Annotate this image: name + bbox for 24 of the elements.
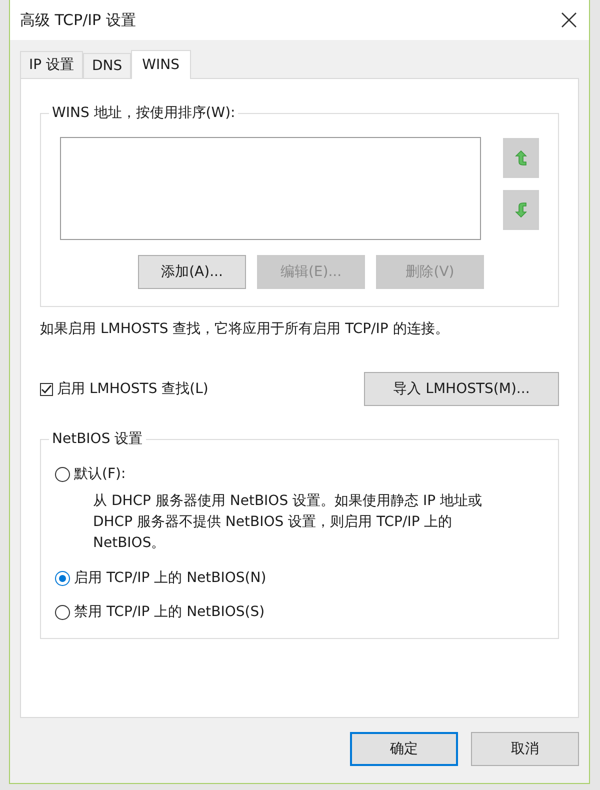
group-title: NetBIOS 设置	[49, 430, 146, 448]
radio-button[interactable]	[55, 570, 70, 586]
tab[interactable]: IP 设置	[20, 51, 84, 78]
arrow-down-icon	[515, 202, 527, 218]
checkbox-label[interactable]: 启用 LMHOSTS 查找(L)	[57, 380, 208, 398]
group-title: WINS 地址，按使用排序(W):	[49, 104, 238, 122]
tab[interactable]: DNS	[83, 53, 132, 78]
import-button[interactable]: 导入 LMHOSTS(M)...	[364, 372, 559, 406]
ok-button[interactable]: 确定	[350, 732, 458, 766]
arrow-up-icon	[515, 150, 527, 166]
radio-label[interactable]: 默认(F):	[74, 465, 126, 483]
cancel-button[interactable]: 取消	[471, 732, 579, 766]
info-text: 如果启用 LMHOSTS 查找，它将应用于所有启用 TCP/IP 的连接。	[40, 320, 450, 338]
action-button[interactable]: 添加(A)...	[138, 255, 246, 289]
radio-label[interactable]: 启用 TCP/IP 上的 NetBIOS(N)	[74, 569, 266, 587]
option-description: 从 DHCP 服务器使用 NetBIOS 设置。如果使用静态 IP 地址或 DHCP 服务器不提供 NetBIOS 设置，则启用 TCP/IP 上的 NetBIOS。	[93, 492, 484, 553]
radio-button[interactable]	[55, 466, 70, 482]
radio-button[interactable]	[55, 604, 70, 620]
checkbox[interactable]	[40, 382, 53, 396]
radio-label[interactable]: 禁用 TCP/IP 上的 NetBIOS(S)	[74, 603, 265, 621]
address-list[interactable]	[60, 137, 481, 240]
tab[interactable]: WINS	[131, 50, 191, 79]
window-title: 高级 TCP/IP 设置	[20, 10, 136, 30]
close-icon[interactable]	[561, 12, 577, 28]
